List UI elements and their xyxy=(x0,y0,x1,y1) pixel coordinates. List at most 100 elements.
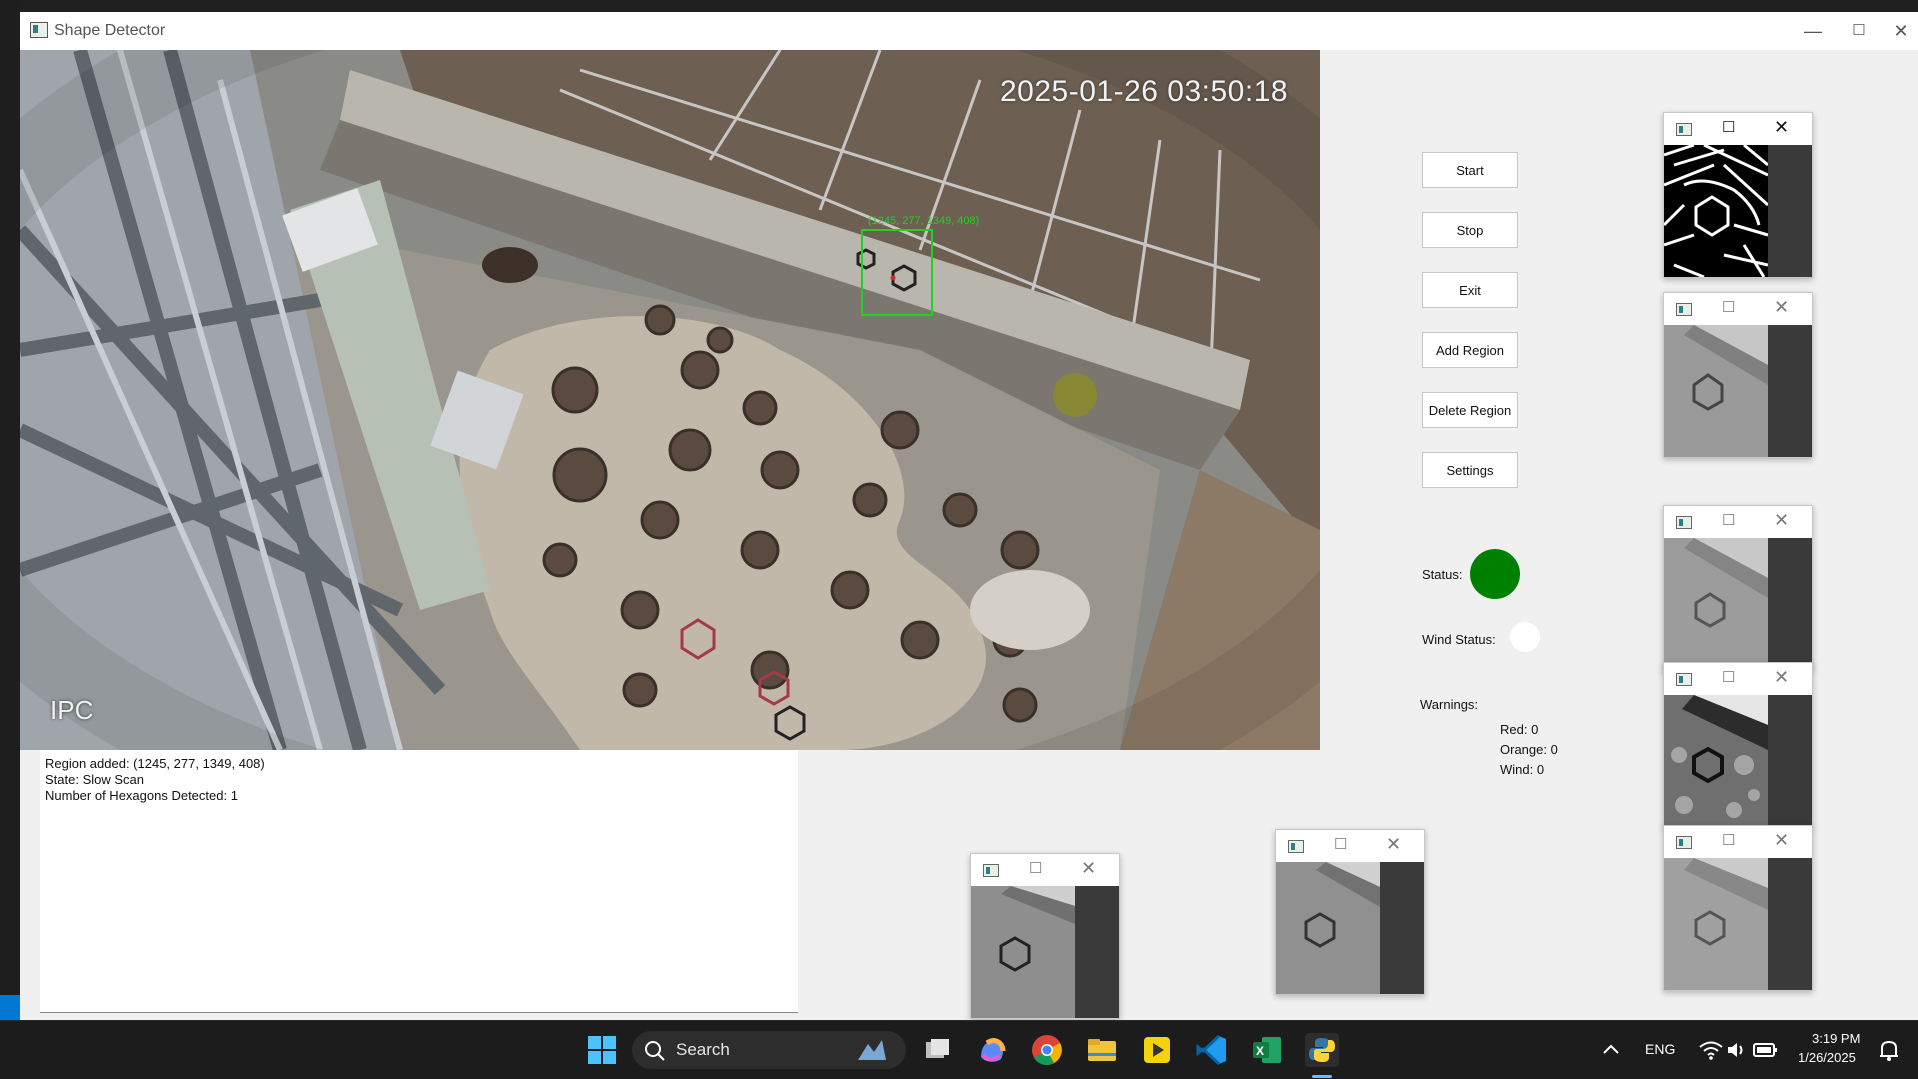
notification-bell-icon[interactable] xyxy=(1870,1031,1908,1069)
preview-window-bottom-1[interactable]: ☐ ✕ xyxy=(970,853,1120,1019)
grayscale-image xyxy=(971,886,1075,1018)
search-label: Search xyxy=(676,1040,730,1059)
preview-titlebar[interactable]: ☐ ✕ xyxy=(1664,293,1812,325)
exit-button[interactable]: Exit xyxy=(1422,272,1518,308)
close-button[interactable]: ✕ xyxy=(1878,18,1918,44)
clock-time[interactable]: 3:19 PM xyxy=(1812,1031,1860,1046)
window-icon xyxy=(1676,836,1692,849)
window-icon xyxy=(1676,123,1692,136)
background-editor-edge xyxy=(0,0,20,1020)
status-label: Status: xyxy=(1422,567,1463,582)
vscode-icon[interactable] xyxy=(1193,1031,1231,1069)
preview-body xyxy=(971,886,1119,1018)
preview-body xyxy=(1664,695,1812,827)
preview-titlebar[interactable]: ☐ ✕ xyxy=(1664,506,1812,538)
preview-titlebar[interactable]: ☐ ✕ xyxy=(1276,830,1424,862)
chevron-up-icon[interactable] xyxy=(1592,1031,1630,1069)
preview-body xyxy=(1664,538,1812,670)
region-label: (1245, 277, 1349, 408) xyxy=(868,215,980,227)
close-button[interactable]: ✕ xyxy=(1774,117,1789,138)
maximize-button[interactable]: ☐ xyxy=(1722,298,1735,316)
grayscale-image xyxy=(1276,862,1380,994)
taskbar-search[interactable]: Search xyxy=(632,1031,906,1069)
close-button[interactable]: ✕ xyxy=(1774,667,1789,688)
camera-timestamp: 2025-01-26 03:50:18 xyxy=(1000,75,1289,108)
maximize-button[interactable]: ☐ xyxy=(1029,859,1042,877)
shape-detector-window: Shape Detector — ☐ ✕ 2025-01-26 03:50:18… xyxy=(20,12,1918,1020)
preview-window-binary[interactable]: ☐ ✕ xyxy=(1663,112,1813,278)
binary-mask-image xyxy=(1664,145,1768,277)
log-line: Number of Hexagons Detected: 1 xyxy=(45,788,238,803)
status-indicator xyxy=(1470,549,1520,599)
title-bar: Shape Detector — ☐ ✕ xyxy=(20,12,1918,50)
delete-region-button[interactable]: Delete Region xyxy=(1422,392,1518,428)
preview-titlebar[interactable]: ☐ ✕ xyxy=(971,854,1119,886)
warning-wind-count: Wind: 0 xyxy=(1500,762,1545,777)
preview-body xyxy=(1276,862,1424,994)
preview-body xyxy=(1664,858,1812,990)
preview-window-gray-1[interactable]: ☐ ✕ xyxy=(1663,292,1813,458)
preview-titlebar[interactable]: ☐ ✕ xyxy=(1664,826,1812,858)
window-icon xyxy=(1288,840,1304,853)
window-icon xyxy=(1676,673,1692,686)
warning-orange-count: Orange: 0 xyxy=(1500,742,1558,757)
add-region-button[interactable]: Add Region xyxy=(1422,332,1518,368)
camera-overlay-label: IPC xyxy=(50,695,94,725)
camera-image xyxy=(20,50,1320,750)
grayscale-image xyxy=(1664,325,1768,457)
chrome-icon[interactable] xyxy=(1028,1031,1066,1069)
clock-date[interactable]: 1/26/2025 xyxy=(1798,1050,1856,1065)
search-icon xyxy=(645,1041,665,1061)
close-button[interactable]: ✕ xyxy=(1774,830,1789,851)
player-icon[interactable] xyxy=(1138,1031,1176,1069)
minimize-button[interactable]: — xyxy=(1790,18,1836,44)
window-title: Shape Detector xyxy=(54,22,166,39)
editor-status-edge xyxy=(0,995,20,1020)
window-icon xyxy=(983,864,999,877)
language-indicator[interactable]: ENG xyxy=(1645,1041,1675,1057)
maximize-button[interactable]: ☐ xyxy=(1334,835,1347,853)
app-icon xyxy=(30,22,48,38)
preview-window-bottom-2[interactable]: ☐ ✕ xyxy=(1275,829,1425,995)
warnings-label: Warnings: xyxy=(1420,697,1479,712)
maximize-button[interactable]: ☐ xyxy=(1722,668,1735,686)
battery-icon[interactable] xyxy=(1746,1031,1784,1069)
maximize-button[interactable]: ☐ xyxy=(1836,18,1882,44)
search-highlight-icon xyxy=(858,1040,886,1060)
contrast-image xyxy=(1664,695,1768,827)
taskbar: Search X ENG 3:19 PM 1/26/2025 xyxy=(0,1020,1918,1079)
preview-titlebar[interactable]: ☐ ✕ xyxy=(1664,113,1812,145)
settings-button[interactable]: Settings xyxy=(1422,452,1518,488)
stop-button[interactable]: Stop xyxy=(1422,212,1518,248)
grayscale-image xyxy=(1664,538,1768,670)
preview-window-contrast[interactable]: ☐ ✕ xyxy=(1663,662,1813,828)
copilot-icon[interactable] xyxy=(973,1031,1011,1069)
close-button[interactable]: ✕ xyxy=(1774,297,1789,318)
close-button[interactable]: ✕ xyxy=(1774,510,1789,531)
close-button[interactable]: ✕ xyxy=(1386,834,1401,855)
wind-status-label: Wind Status: xyxy=(1422,632,1496,647)
file-explorer-icon[interactable] xyxy=(1083,1031,1121,1069)
close-button[interactable]: ✕ xyxy=(1081,858,1096,879)
preview-body xyxy=(1664,145,1812,277)
window-icon xyxy=(1676,303,1692,316)
log-line: Region added: (1245, 277, 1349, 408) xyxy=(45,756,265,771)
grayscale-image xyxy=(1664,858,1768,990)
preview-titlebar[interactable]: ☐ ✕ xyxy=(1664,663,1812,695)
warning-red-count: Red: 0 xyxy=(1500,722,1539,737)
windows-start-icon[interactable] xyxy=(583,1031,621,1069)
task-view-icon[interactable] xyxy=(918,1031,956,1069)
maximize-button[interactable]: ☐ xyxy=(1722,511,1735,529)
log-line: State: Slow Scan xyxy=(45,772,144,787)
svg-text:X: X xyxy=(1256,1044,1264,1058)
log-textbox[interactable]: Region added: (1245, 277, 1349, 408) Sta… xyxy=(40,750,798,1013)
start-button[interactable]: Start xyxy=(1422,152,1518,188)
preview-window-gray-3[interactable]: ☐ ✕ xyxy=(1663,825,1813,991)
python-icon[interactable] xyxy=(1303,1031,1341,1069)
maximize-button[interactable]: ☐ xyxy=(1722,831,1735,849)
preview-window-gray-2[interactable]: ☐ ✕ xyxy=(1663,505,1813,671)
preview-body xyxy=(1664,325,1812,457)
maximize-button[interactable]: ☐ xyxy=(1722,118,1735,136)
camera-feed[interactable]: 2025-01-26 03:50:18 (1245, 277, 1349, 40… xyxy=(20,50,1320,750)
excel-icon[interactable]: X xyxy=(1248,1031,1286,1069)
